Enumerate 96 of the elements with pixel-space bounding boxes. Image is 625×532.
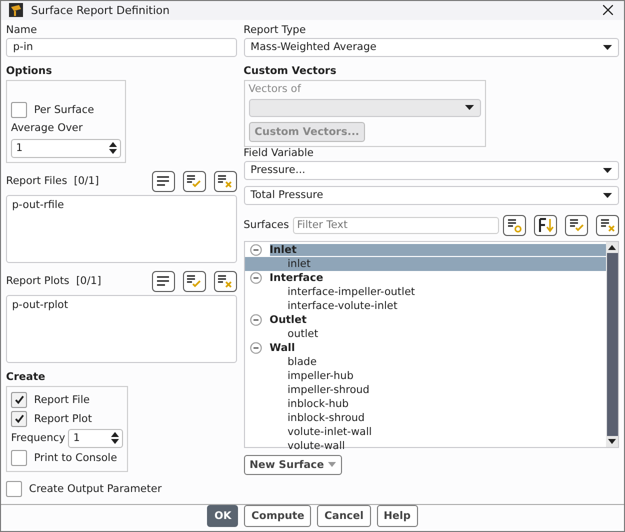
caret-icon	[464, 105, 474, 110]
collapse-icon[interactable]	[250, 342, 262, 354]
tree-item[interactable]: inblock-shroud	[244, 410, 606, 425]
tree-group[interactable]: Interface	[270, 272, 606, 284]
tree-item[interactable]: volute-wall	[244, 438, 606, 453]
report-list[interactable]: p-out-rplot	[6, 294, 237, 363]
name-field[interactable]: p-in	[6, 38, 237, 57]
lines-x-icon	[217, 174, 234, 188]
field-label: Average Over	[11, 122, 84, 134]
tree-item[interactable]: impeller-shroud	[244, 382, 606, 397]
spinner-arrows-icon[interactable]	[109, 141, 117, 156]
sort-button[interactable]	[534, 214, 557, 236]
spin-field[interactable]: 1	[68, 428, 124, 448]
spinner-arrows-icon[interactable]	[111, 431, 120, 446]
field-label: Vectors of	[248, 82, 302, 95]
checkbox-box[interactable]	[6, 480, 22, 497]
tree-group[interactable]: Inlet	[270, 244, 606, 256]
dialog-button[interactable]: Cancel	[317, 504, 371, 527]
lines-x-icon	[600, 218, 616, 232]
tree-group[interactable]: Wall	[270, 342, 606, 354]
checkbox-label: Create Output Parameter	[29, 482, 162, 495]
window-title: Surface Report Definition	[31, 4, 171, 17]
select-all-button[interactable]	[152, 270, 175, 292]
deselect-button[interactable]	[214, 270, 237, 292]
spin-field[interactable]: 1	[11, 138, 121, 158]
checkbox-box[interactable]	[11, 410, 27, 427]
sort-arrows-icon	[538, 218, 554, 233]
tree-item[interactable]: outlet	[244, 326, 606, 341]
tree-group[interactable]: Outlet	[270, 314, 606, 326]
lines-check-icon	[186, 274, 202, 288]
group-button[interactable]	[503, 214, 526, 236]
new-surface-button[interactable]: New Surface	[244, 454, 342, 475]
report-type-dropdown[interactable]: Mass-Weighted Average	[244, 38, 619, 57]
report-list[interactable]: p-out-rfile	[6, 194, 237, 263]
lines-icon	[156, 175, 170, 188]
list-label: Report Files [0/1]	[6, 175, 99, 188]
scroll-thumb[interactable]	[606, 252, 618, 436]
checkbox[interactable]: Report Plot	[11, 410, 124, 428]
collapse-icon[interactable]	[250, 314, 262, 326]
section-title: Options	[6, 64, 53, 77]
tree-item[interactable]: inblock-hub	[244, 396, 606, 411]
select-button[interactable]	[565, 214, 588, 236]
checkbox-box[interactable]	[11, 102, 27, 118]
lines-check-icon	[186, 174, 202, 188]
tree-item[interactable]: impeller-hub	[244, 368, 606, 383]
field-label: Name	[6, 24, 38, 36]
caret-icon	[328, 462, 336, 468]
caret-icon	[603, 168, 612, 173]
checkbox[interactable]: Create Output Parameter	[6, 480, 237, 498]
field-variable-dropdown[interactable]: Total Pressure	[244, 186, 619, 205]
select-all-button[interactable]	[152, 170, 175, 192]
close-icon	[603, 5, 613, 16]
checkbox-box[interactable]	[11, 392, 27, 408]
dialog-button[interactable]: Help	[376, 504, 418, 527]
deselect-button[interactable]	[214, 170, 237, 192]
lines-circle-icon	[506, 218, 522, 233]
list-label: Report Plots [0/1]	[6, 275, 102, 288]
dialog-button[interactable]: OK	[207, 504, 238, 527]
section-title: Custom Vectors	[244, 64, 338, 77]
checkbox-label: Report File	[34, 394, 90, 406]
list-item[interactable]: p-out-rplot	[10, 298, 233, 311]
tree-item[interactable]: volute-inlet-wall	[244, 424, 606, 439]
scrollbar[interactable]	[606, 242, 618, 447]
app-icon	[9, 3, 23, 18]
caret-icon	[603, 44, 612, 50]
dialog-button[interactable]: Compute	[244, 504, 312, 527]
checkbox-label: Per Surface	[34, 104, 94, 116]
scroll-down-icon[interactable]	[608, 438, 616, 444]
field-label: Frequency	[11, 432, 66, 444]
checkbox-box[interactable]	[11, 450, 27, 466]
select-button[interactable]	[182, 170, 206, 192]
list-item[interactable]: p-out-rfile	[10, 198, 233, 211]
checkbox[interactable]: Per Surface	[11, 100, 121, 119]
scroll-up-icon[interactable]	[608, 244, 616, 250]
tree-item[interactable]: interface-volute-inlet	[244, 298, 606, 313]
field-category-dropdown[interactable]: Pressure...	[244, 160, 619, 180]
checkbox[interactable]: Print to Console	[11, 448, 124, 467]
checkbox[interactable]: Report File	[11, 390, 124, 409]
tree-item[interactable]: inlet	[244, 256, 606, 271]
checkbox-label: Print to Console	[34, 452, 118, 464]
section-title: Create	[6, 370, 46, 383]
filter-field[interactable]: Filter Text	[293, 216, 499, 234]
field-label: Report Type	[244, 24, 307, 36]
lines-x-icon	[217, 274, 234, 288]
lines-check-icon	[568, 218, 584, 232]
collapse-icon[interactable]	[250, 244, 262, 256]
lines-icon	[156, 275, 170, 288]
deselect-button[interactable]	[596, 214, 619, 236]
field-label: Field Variable	[244, 146, 315, 159]
checkbox-label: Report Plot	[34, 412, 92, 425]
select-button[interactable]	[182, 270, 206, 292]
collapse-icon[interactable]	[250, 272, 262, 284]
tree-item[interactable]: blade	[244, 354, 606, 369]
field-label: Surfaces	[244, 219, 289, 232]
tree-item[interactable]: interface-impeller-outlet	[244, 284, 606, 299]
caret-icon	[603, 192, 612, 198]
